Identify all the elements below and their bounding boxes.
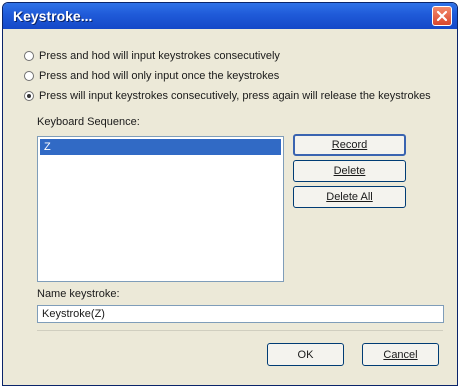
name-keystroke-label: Name keystroke:	[37, 288, 120, 300]
option-input-consecutively[interactable]: Press and hod will input keystrokes cons…	[24, 50, 280, 62]
cancel-button-label: Cancel	[383, 348, 418, 361]
delete-all-button-label: Delete All	[326, 191, 373, 203]
option-input-once[interactable]: Press and hod will only input once the k…	[24, 70, 280, 82]
window-title: Keystroke...	[13, 8, 93, 24]
ok-button[interactable]: OK	[267, 343, 344, 366]
option-label: Press and hod will only input once the k…	[39, 70, 280, 82]
name-keystroke-input[interactable]	[37, 305, 444, 323]
delete-button[interactable]: Delete	[293, 160, 406, 182]
list-item[interactable]: Z	[40, 139, 281, 155]
close-button[interactable]	[432, 6, 452, 26]
option-label: Press will input keystrokes consecutivel…	[39, 90, 431, 102]
delete-all-button[interactable]: Delete All	[293, 186, 406, 208]
ok-button-label: OK	[297, 348, 314, 361]
option-toggle-release[interactable]: Press will input keystrokes consecutivel…	[24, 90, 431, 102]
keyboard-sequence-label: Keyboard Sequence:	[37, 116, 140, 128]
title-bar[interactable]: Keystroke...	[3, 3, 457, 29]
radio-input-consecutively[interactable]	[24, 51, 34, 61]
divider	[37, 330, 443, 331]
record-button-label: Record	[331, 139, 368, 151]
radio-input-once[interactable]	[24, 71, 34, 81]
close-icon	[436, 10, 448, 22]
option-label: Press and hod will input keystrokes cons…	[39, 50, 280, 62]
cancel-button[interactable]: Cancel	[362, 343, 439, 366]
record-button[interactable]: Record	[293, 134, 406, 156]
keyboard-sequence-list[interactable]: Z	[37, 136, 284, 282]
radio-toggle-release[interactable]	[24, 91, 34, 101]
delete-button-label: Delete	[333, 165, 366, 177]
keystroke-dialog: Keystroke... Press and hod will input ke…	[2, 2, 458, 386]
